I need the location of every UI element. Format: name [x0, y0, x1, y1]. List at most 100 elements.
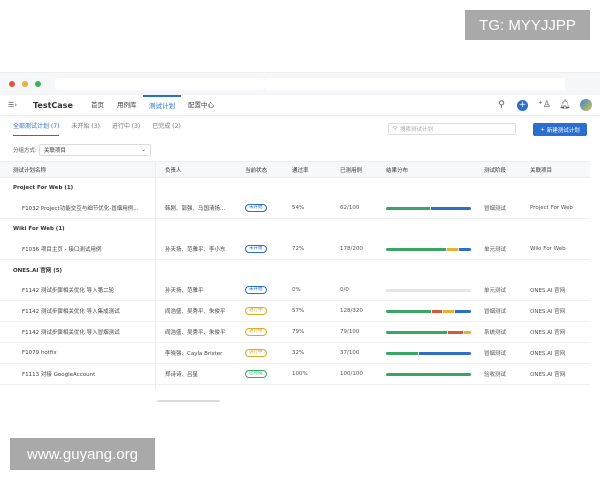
search-icon: ⚲: [393, 126, 398, 132]
group-header[interactable]: Project For Web (1): [0, 178, 590, 198]
linked-project: ONES.AI 官网: [530, 372, 566, 378]
tab-0[interactable]: 全部测试计划 (7): [13, 121, 60, 136]
owner: 李晓强、Cayla Brister: [165, 351, 223, 357]
nav-config[interactable]: 配置中心: [188, 95, 214, 116]
owner: 孙天扬、范雅平: [165, 288, 204, 294]
column-header-7[interactable]: 关联项目: [530, 162, 552, 177]
search-icon[interactable]: ⚲: [496, 100, 507, 110]
group-by-label: 分组方式:: [13, 148, 37, 154]
result-bar: [386, 372, 471, 376]
column-divider: [155, 161, 156, 389]
plan-name[interactable]: F1113 对接 GoogleAccount: [0, 364, 95, 384]
avatar[interactable]: [580, 99, 592, 111]
tab-1[interactable]: 未开始 (3): [71, 121, 99, 136]
group-header[interactable]: Wiki For Web (1): [0, 219, 590, 239]
maximize-dot[interactable]: [35, 81, 41, 87]
plan-name[interactable]: F1032 Project功能交互与细节优化-冒烟用例...: [0, 198, 138, 218]
test-plan-table: 测试计划名称 负责人 当前状态 通过率 已测用例 结果分布 测试阶段 关联项目 Project…: [0, 161, 590, 385]
status-badge: 已完成: [245, 370, 267, 378]
result-bar: [386, 288, 471, 292]
search-placeholder: 搜索测试计划: [400, 127, 434, 133]
result-distribution: [386, 239, 471, 259]
result-distribution: [386, 322, 471, 342]
result-bar: [386, 309, 471, 313]
bar-segment: [386, 206, 430, 210]
group-title: Project For Web (1): [13, 185, 74, 191]
bar-segment: [432, 309, 442, 313]
pass-rate: 32%: [292, 350, 305, 356]
status-cell: 未开始: [245, 198, 267, 218]
plan-name[interactable]: F1142 测试步骤相关优化 导入第二轮: [0, 280, 114, 300]
brand: TestCase: [33, 100, 73, 110]
group-by-select[interactable]: 关联项目 ⌄: [38, 144, 151, 156]
table-row[interactable]: F1142 测试步骤相关优化 导入集成测试 阎浩盛、吴秀平、朱俊平 进行中 57…: [0, 301, 590, 322]
app-window: ☰› TestCase 首页 用例库 测试计划 配置中心 ⚲ + ⁺♙ 🔔︎ 全…: [0, 72, 600, 407]
result-distribution: [386, 280, 471, 300]
pass-rate: 0%: [292, 287, 301, 293]
status-badge: 未开始: [245, 204, 267, 212]
result-distribution: [386, 198, 471, 218]
plan-name[interactable]: F1036 项目主页 - 接口测试用例: [0, 239, 101, 259]
linked-project: Project For Web: [530, 205, 573, 211]
plan-name[interactable]: F1079 hotfix: [0, 343, 57, 363]
bar-segment: [386, 309, 432, 313]
group-by: 分组方式: 关联项目 ⌄: [13, 144, 151, 156]
status-cell: 进行中: [245, 322, 267, 342]
table-row[interactable]: F1079 hotfix 李晓强、Cayla Brister 进行中 32% 3…: [0, 343, 590, 364]
table-row[interactable]: F1032 Project功能交互与细节优化-冒烟用例... 韩刚、郭强、马国清…: [0, 198, 590, 219]
status-badge: 进行中: [245, 307, 267, 315]
tab-2[interactable]: 进行中 (3): [112, 121, 140, 136]
new-test-plan-button[interactable]: + 新建测试计划: [533, 123, 587, 136]
new-button-label: 新建测试计划: [546, 127, 580, 134]
column-header-1[interactable]: 负责人: [165, 162, 182, 177]
tested-cases: 178/200: [340, 246, 363, 252]
owner: 孙天扬、范雅平、李小东: [165, 247, 226, 253]
tested-cases: 0/0: [340, 287, 349, 293]
linked-project: ONES.AI 官网: [530, 288, 566, 294]
nav-case-library[interactable]: 用例库: [117, 95, 137, 116]
result-distribution: [386, 343, 471, 363]
owner: 阎浩盛、吴秀平、朱俊平: [165, 309, 226, 315]
bar-segment: [386, 247, 446, 251]
column-header-4[interactable]: 已测用例: [340, 162, 362, 177]
horizontal-scrollbar[interactable]: [157, 400, 220, 402]
address-bar-ext: [265, 78, 565, 90]
bell-icon[interactable]: 🔔︎: [559, 100, 570, 110]
column-header-2[interactable]: 当前状态: [245, 162, 267, 177]
result-distribution: [386, 301, 471, 321]
table-row[interactable]: F1142 测试步骤相关优化 导入第二轮 孙天扬、范雅平 未开始 0% 0/0 …: [0, 280, 590, 301]
pass-rate: 100%: [292, 371, 308, 377]
tested-cases: 79/100: [340, 329, 360, 335]
table-row[interactable]: F1036 项目主页 - 接口测试用例 孙天扬、范雅平、李小东 未开始 72% …: [0, 239, 590, 260]
column-header-3[interactable]: 通过率: [292, 162, 309, 177]
table-row[interactable]: F1113 对接 GoogleAccount 郑诗诗、吕星 已完成 100% 1…: [0, 364, 590, 385]
column-header-5[interactable]: 结果分布: [386, 162, 408, 177]
minimize-dot[interactable]: [22, 81, 28, 87]
plus-icon: +: [540, 126, 545, 133]
address-bar[interactable]: [55, 78, 265, 90]
bar-segment: [447, 330, 464, 334]
plan-name[interactable]: F1142 测试步骤相关优化 导入冒烟测试: [0, 322, 120, 342]
bar-segment: [430, 206, 471, 210]
group-header[interactable]: ONES.AI 官网 (5): [0, 260, 590, 280]
status-cell: 进行中: [245, 301, 267, 321]
nav-test-plan[interactable]: 测试计划: [143, 95, 181, 116]
test-stage: 单元测试: [484, 247, 507, 253]
column-header-0[interactable]: 测试计划名称: [13, 162, 46, 177]
search-input[interactable]: ⚲ 搜索测试计划: [388, 123, 516, 135]
add-icon[interactable]: +: [517, 99, 528, 111]
menu-toggle-icon[interactable]: ☰›: [8, 101, 17, 109]
close-dot[interactable]: [9, 81, 15, 87]
tab-3[interactable]: 已完成 (2): [152, 121, 180, 136]
test-stage: 冒烟测试: [484, 206, 507, 212]
add-user-icon[interactable]: ⁺♙: [538, 100, 551, 110]
nav-home[interactable]: 首页: [91, 95, 104, 116]
bar-segment: [386, 372, 471, 376]
plan-name[interactable]: F1142 测试步骤相关优化 导入集成测试: [0, 301, 120, 321]
column-header-6[interactable]: 测试阶段: [484, 162, 506, 177]
status-badge: 进行中: [245, 328, 267, 336]
result-bar: [386, 351, 471, 355]
group-title: Wiki For Web (1): [13, 226, 65, 232]
table-row[interactable]: F1142 测试步骤相关优化 导入冒烟测试 阎浩盛、吴秀平、朱俊平 进行中 79…: [0, 322, 590, 343]
test-stage: 验收测试: [484, 372, 507, 378]
